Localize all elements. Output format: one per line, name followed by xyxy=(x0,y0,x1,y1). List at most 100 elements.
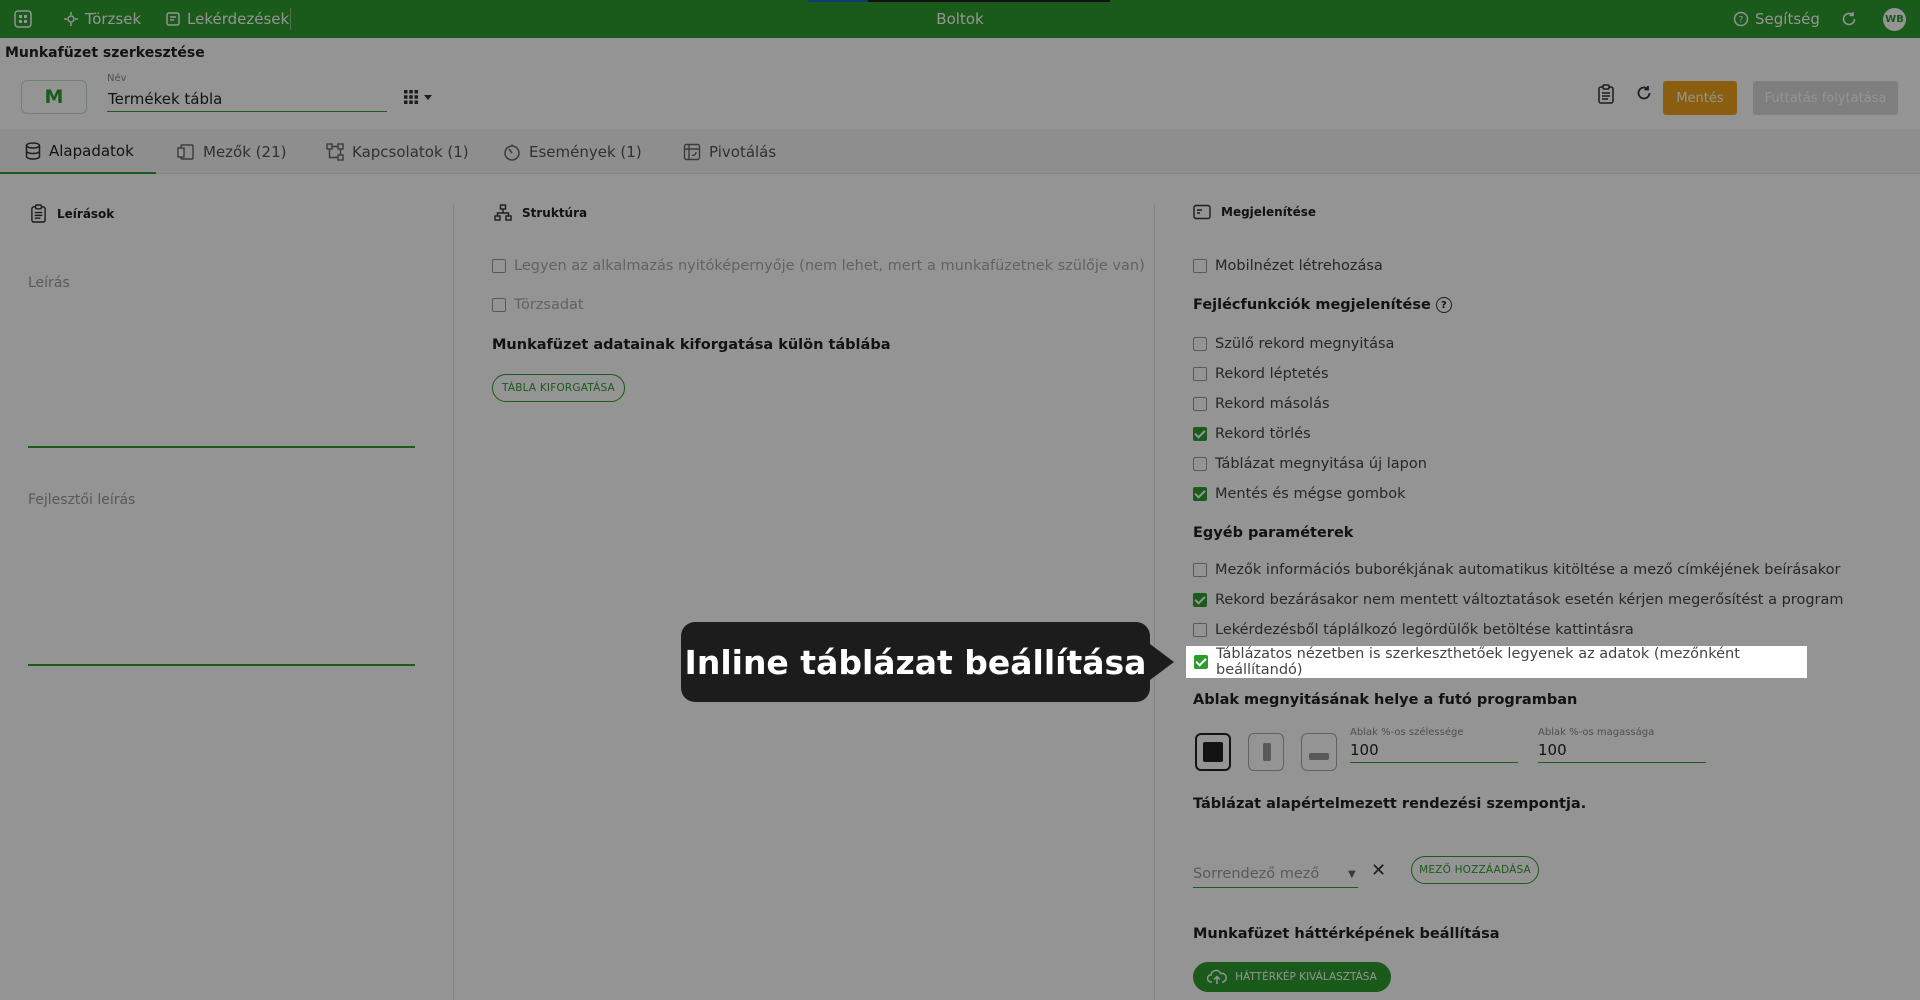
help-icon[interactable]: ? xyxy=(1435,297,1452,313)
avatar[interactable]: WB xyxy=(1883,8,1906,31)
window-fullscreen-option[interactable] xyxy=(1195,733,1231,771)
fullscreen-icon xyxy=(1203,742,1223,762)
apps-menu-button[interactable] xyxy=(14,0,32,38)
save-button[interactable]: Mentés xyxy=(1663,81,1737,115)
relations-icon xyxy=(326,142,344,161)
checkbox[interactable] xyxy=(492,298,506,312)
events-icon xyxy=(504,144,520,161)
layout-menu-button[interactable] xyxy=(403,87,433,107)
tab-kapcsolatok[interactable]: Kapcsolatok (1) xyxy=(326,129,469,174)
window-bottom-option[interactable] xyxy=(1301,733,1337,771)
section-title: Struktúra xyxy=(522,206,588,220)
description-underline xyxy=(28,446,415,448)
background-title: Munkafüzet háttérképének beállítása xyxy=(1193,926,1500,942)
section-title: Leírások xyxy=(57,206,115,221)
checkbox[interactable] xyxy=(1193,337,1207,351)
checkbox[interactable] xyxy=(1193,593,1207,607)
title-indicator-accent xyxy=(808,0,868,2)
header-functions-label: Fejlécfunkciók megjelenítése xyxy=(1193,297,1431,313)
database-icon xyxy=(25,141,41,160)
refresh-button[interactable] xyxy=(1840,0,1858,38)
checkbox[interactable] xyxy=(1193,623,1207,637)
header-func-row[interactable]: Rekord másolás xyxy=(1193,396,1330,412)
checkbox-label: Táblázatos nézetben is szerkeszthetőek l… xyxy=(1216,646,1740,678)
checkbox[interactable] xyxy=(1193,457,1207,471)
checkbox-label: Legyen az alkalmazás nyitóképernyője (ne… xyxy=(514,258,1145,274)
name-input[interactable] xyxy=(107,86,387,112)
nav-lekerdezesek-label: Lekérdezések xyxy=(187,10,290,28)
refresh-icon xyxy=(1842,12,1856,26)
column-divider xyxy=(1154,205,1155,1000)
tab-pivotalas[interactable]: Pivotálás xyxy=(683,129,776,174)
height-label: Ablak %-os magassága xyxy=(1538,727,1655,738)
tab-label: Pivotálás xyxy=(709,142,777,161)
header-func-row[interactable]: Rekord törlés xyxy=(1193,426,1311,442)
checkbox[interactable] xyxy=(1193,367,1207,381)
header-func-row[interactable]: Rekord léptetés xyxy=(1193,366,1329,382)
window-position-title: Ablak megnyitásának helye a futó program… xyxy=(1193,692,1578,708)
inline-table-checkbox-row[interactable]: Táblázatos nézetben is szerkeszthetőek l… xyxy=(1186,646,1807,678)
master-data-checkbox-row[interactable]: Törzsadat xyxy=(492,297,584,313)
page-title: Munkafüzet szerkesztése xyxy=(5,45,205,61)
tab-label: Alapadatok xyxy=(49,141,134,160)
tab-mezok[interactable]: Mezők (21) xyxy=(177,129,286,174)
help-label: Segítség xyxy=(1755,10,1820,28)
developer-description-textarea[interactable]: Fejlesztői leírás xyxy=(28,492,135,508)
checkbox[interactable] xyxy=(1193,487,1207,501)
width-input[interactable]: 100 xyxy=(1350,741,1518,763)
checkbox-label: Szülő rekord megnyitása xyxy=(1215,336,1395,352)
tab-esemenyek[interactable]: Események (1) xyxy=(503,129,642,174)
other-param-row[interactable]: Lekérdezésből táplálkozó legördülők betö… xyxy=(1193,622,1634,638)
checkbox[interactable] xyxy=(1193,259,1207,273)
tab-bar: Alapadatok Mezők (21) Kapcsolatok (1) Es… xyxy=(0,129,1920,174)
help-button[interactable]: ? Segítség xyxy=(1733,0,1820,38)
close-icon[interactable]: ✕ xyxy=(1371,860,1386,881)
checkbox[interactable] xyxy=(492,259,506,273)
run-continue-button[interactable]: Futtatás folytatása xyxy=(1753,81,1898,115)
checkbox-label: Mentés és mégse gombok xyxy=(1215,486,1406,502)
button-label: HÁTTÉRKÉP KIVÁLASZTÁSA xyxy=(1235,971,1377,983)
header-func-row[interactable]: Mentés és mégse gombok xyxy=(1193,486,1405,502)
caret-down-icon xyxy=(424,95,432,100)
nav-torzsek-label: Törzsek xyxy=(85,10,142,28)
column-divider xyxy=(453,205,454,1000)
choose-background-button[interactable]: HÁTTÉRKÉP KIVÁLASZTÁSA xyxy=(1193,962,1391,992)
header-functions-title: Fejlécfunkciók megjelenítése ? xyxy=(1193,297,1452,313)
torzsek-icon xyxy=(64,12,78,26)
header-func-row[interactable]: Szülő rekord megnyitása xyxy=(1193,336,1394,352)
checkbox-label: Lekérdezésből táplálkozó legördülők betö… xyxy=(1215,622,1634,638)
tab-alapadatok[interactable]: Alapadatok xyxy=(0,129,156,174)
checkbox[interactable] xyxy=(1194,655,1208,669)
mobile-view-checkbox-row[interactable]: Mobilnézet létrehozása xyxy=(1193,258,1383,274)
sort-field-select[interactable]: Sorrendező mező xyxy=(1193,860,1358,888)
other-param-row[interactable]: Rekord bezárásakor nem mentett változtat… xyxy=(1193,592,1844,608)
checkbox[interactable] xyxy=(1193,397,1207,411)
clipboard-icon xyxy=(31,204,46,223)
checkbox[interactable] xyxy=(1193,563,1207,577)
hierarchy-icon xyxy=(494,204,512,221)
tab-label: Kapcsolatok (1) xyxy=(352,142,469,161)
checkbox-label: Törzsadat xyxy=(514,297,584,313)
workbook-badge[interactable]: M xyxy=(21,80,87,114)
reload-button[interactable] xyxy=(1635,84,1653,106)
chevron-down-icon[interactable]: ▼ xyxy=(1348,869,1356,880)
startscreen-checkbox-row[interactable]: Legyen az alkalmazás nyitóképernyője (ne… xyxy=(492,258,1145,274)
fields-icon xyxy=(177,143,194,160)
pivot-icon xyxy=(683,143,701,160)
add-field-button[interactable]: MEZŐ HOZZÁADÁSA xyxy=(1411,856,1539,884)
description-textarea[interactable]: Leírás xyxy=(28,275,70,291)
nav-lekerdezesek[interactable]: Lekérdezések xyxy=(165,0,289,38)
notes-button[interactable] xyxy=(1597,84,1615,108)
nav-divider xyxy=(290,8,291,30)
nav-torzsek[interactable]: Törzsek xyxy=(63,0,141,38)
width-label: Ablak %-os szélessége xyxy=(1350,727,1464,738)
checkbox[interactable] xyxy=(1193,427,1207,441)
checkbox-label: Mobilnézet létrehozása xyxy=(1215,258,1383,274)
sort-title: Táblázat alapértelmezett rendezési szemp… xyxy=(1193,796,1587,812)
other-param-row[interactable]: Mezők információs buborékjának automatik… xyxy=(1193,562,1840,578)
header-func-row[interactable]: Táblázat megnyitása új lapon xyxy=(1193,456,1427,472)
pivot-section-title: Munkafüzet adatainak kiforgatása külön t… xyxy=(492,337,891,353)
window-side-option[interactable] xyxy=(1248,733,1284,771)
pivot-table-button[interactable]: TÁBLA KIFORGATÁSA xyxy=(492,374,625,402)
height-input[interactable]: 100 xyxy=(1538,741,1706,763)
